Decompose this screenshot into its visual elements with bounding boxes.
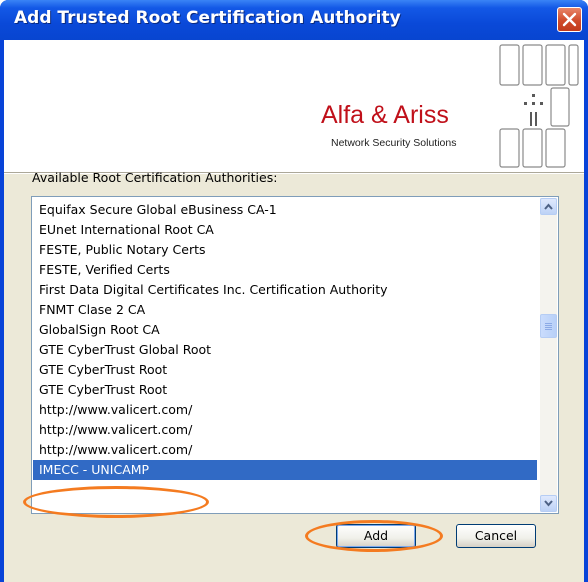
list-item[interactable]: EUnet International Root CA xyxy=(33,220,537,240)
certificate-authority-list[interactable]: Equifax Secure Global eBusiness CA-1 EUne… xyxy=(31,196,559,514)
scroll-thumb[interactable] xyxy=(540,314,557,338)
list-items: Equifax Secure Global eBusiness CA-1 EUne… xyxy=(33,200,537,480)
list-item[interactable]: http://www.valicert.com/ xyxy=(33,400,537,420)
list-item[interactable]: FESTE, Verified Certs xyxy=(33,260,537,280)
list-item[interactable]: http://www.valicert.com/ xyxy=(33,420,537,440)
list-item[interactable]: GlobalSign Root CA xyxy=(33,320,537,340)
list-item[interactable]: http://www.valicert.com/ xyxy=(33,440,537,460)
add-button[interactable]: Add xyxy=(336,524,416,548)
scroll-down-button[interactable] xyxy=(540,495,557,512)
thumb-grip xyxy=(545,323,552,324)
list-item[interactable]: FESTE, Public Notary Certs xyxy=(33,240,537,260)
company-logo: Alfa & Ariss Network Security Solutions xyxy=(307,44,579,168)
list-item[interactable]: First Data Digital Certificates Inc. Cer… xyxy=(33,280,537,300)
logo-name: Alfa & Ariss xyxy=(321,101,449,129)
logo-tagline: Network Security Solutions xyxy=(331,137,457,149)
cancel-button[interactable]: Cancel xyxy=(456,524,536,548)
header-banner: Alfa & Ariss Network Security Solutions xyxy=(4,40,584,173)
close-icon xyxy=(562,12,577,27)
list-item[interactable]: GTE CyberTrust Root xyxy=(33,360,537,380)
thumb-grip xyxy=(545,329,552,330)
chevron-down-icon xyxy=(544,500,553,507)
window-title: Add Trusted Root Certification Authority xyxy=(14,8,401,28)
title-bar[interactable]: Add Trusted Root Certification Authority xyxy=(0,0,588,40)
dialog-window: Add Trusted Root Certification Authority xyxy=(0,0,588,582)
thumb-grip xyxy=(545,325,552,326)
list-item[interactable]: GTE CyberTrust Root xyxy=(33,380,537,400)
close-button[interactable] xyxy=(557,7,582,32)
list-label: Available Root Certification Authorities… xyxy=(32,170,278,185)
list-item[interactable]: GTE CyberTrust Global Root xyxy=(33,340,537,360)
list-item[interactable]: FNMT Clase 2 CA xyxy=(33,300,537,320)
list-item[interactable]: Equifax Secure Global eBusiness CA-1 xyxy=(33,200,537,220)
thumb-grip xyxy=(545,327,552,328)
vertical-scrollbar[interactable] xyxy=(540,198,557,512)
chevron-up-icon xyxy=(544,203,553,210)
selected-list-item[interactable]: IMECC - UNICAMP xyxy=(33,460,537,480)
scroll-up-button[interactable] xyxy=(540,198,557,215)
